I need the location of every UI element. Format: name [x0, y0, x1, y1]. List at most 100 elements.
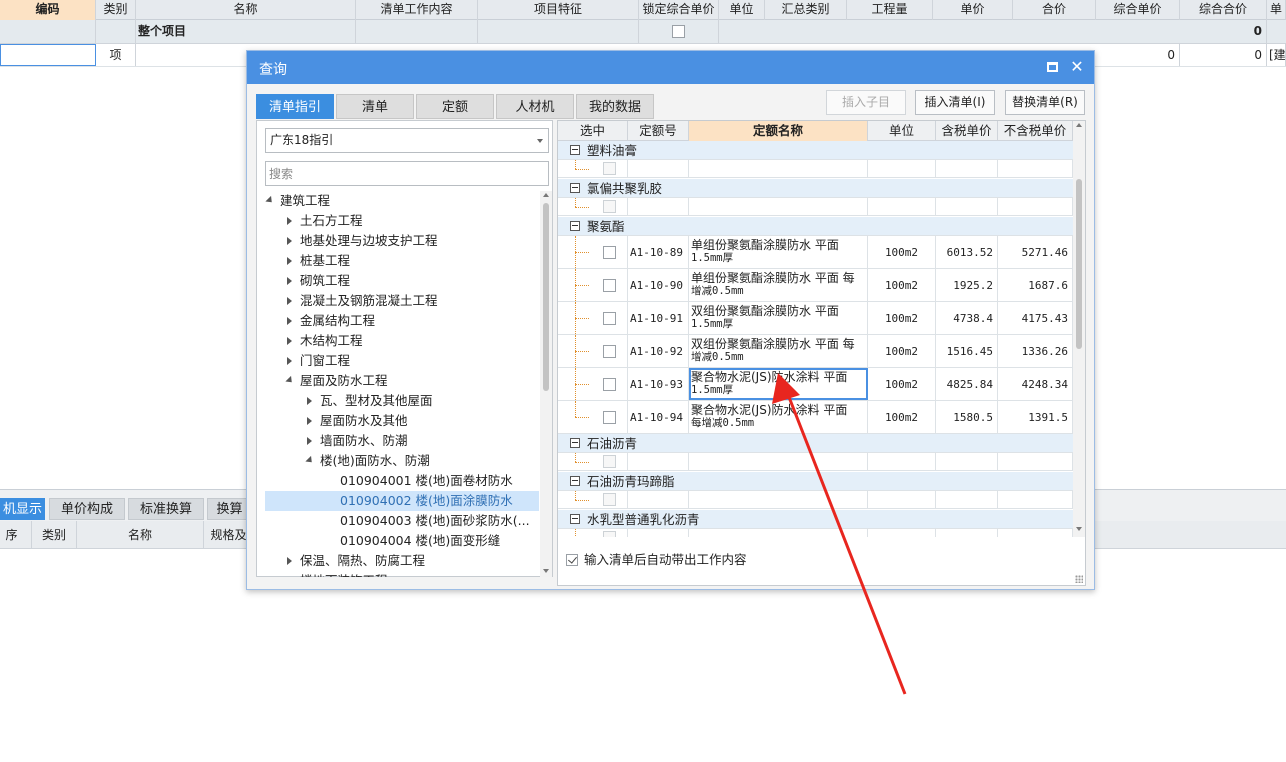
tree-node[interactable]: 010904001 楼(地)面卷材防水 [265, 471, 539, 491]
collapsed-triangle-icon[interactable] [285, 331, 295, 351]
bottom-col-header[interactable]: 类别 [32, 521, 77, 549]
bottom-col-header[interactable]: 序 [0, 521, 32, 549]
group-row[interactable]: 石油沥青玛蹄脂 [558, 472, 1073, 491]
main-col-header[interactable]: 综合合价 [1180, 0, 1267, 20]
row-checkbox[interactable] [603, 411, 616, 424]
quota-row[interactable]: A1-10-91 双组份聚氨酯涂膜防水 平面 1.5mm厚 100m2 4738.4 41… [558, 302, 1073, 335]
tree-node[interactable]: 建筑工程 [265, 191, 539, 211]
row-checkbox[interactable] [603, 246, 616, 259]
tree-node[interactable]: 金属结构工程 [265, 311, 539, 331]
select-cell[interactable] [558, 335, 628, 367]
tab-labor-material[interactable]: 人材机 [496, 94, 574, 119]
quota-name[interactable]: 双组份聚氨酯涂膜防水 平面 1.5mm厚 [689, 302, 868, 334]
scroll-up-icon[interactable] [1076, 123, 1082, 127]
main-col-header[interactable]: 清单工作内容 [356, 0, 478, 20]
select-cell[interactable] [558, 302, 628, 334]
collapsed-triangle-icon[interactable] [305, 391, 315, 411]
group-row[interactable]: 塑料油膏 [558, 141, 1073, 160]
row-checkbox[interactable] [603, 531, 616, 537]
collapse-icon[interactable] [570, 476, 580, 486]
grid-col-header[interactable]: 单位 [868, 121, 936, 141]
quota-row[interactable]: A1-10-93 聚合物水泥(JS)防水涂料 平面 1.5mm厚 100m2 4825.… [558, 368, 1073, 401]
main-col-header[interactable]: 工程量 [847, 0, 933, 20]
code-cell[interactable] [0, 44, 96, 66]
select-cell[interactable] [558, 269, 628, 301]
main-col-header[interactable]: 锁定综合单价 [639, 0, 719, 20]
collapsed-triangle-icon[interactable] [285, 251, 295, 271]
search-input[interactable] [265, 161, 549, 186]
tree-node[interactable]: 混凝土及钢筋混凝土工程 [265, 291, 539, 311]
collapsed-triangle-icon[interactable] [285, 351, 295, 371]
collapsed-triangle-icon[interactable] [285, 291, 295, 311]
row-checkbox[interactable] [603, 378, 616, 391]
resize-grip-icon[interactable] [1075, 575, 1083, 583]
quota-row[interactable]: A1-10-90 单组份聚氨酯涂膜防水 平面 每增减0.5mm 100m2 1925.… [558, 269, 1073, 302]
collapsed-triangle-icon[interactable] [305, 411, 315, 431]
row-checkbox[interactable] [603, 162, 616, 175]
select-cell[interactable] [558, 401, 628, 433]
row-checkbox[interactable] [603, 279, 616, 292]
collapsed-triangle-icon[interactable] [285, 271, 295, 291]
tree-node[interactable]: 木结构工程 [265, 331, 539, 351]
tree-node[interactable]: 保温、隔热、防腐工程 [265, 551, 539, 571]
grid-scrollbar[interactable] [1073, 121, 1085, 537]
dialog-title-bar[interactable]: 查询 ✕ [247, 51, 1094, 84]
quota-row[interactable]: A1-10-92 双组份聚氨酯涂膜防水 平面 每增减0.5mm 100m2 1516.… [558, 335, 1073, 368]
row-checkbox[interactable] [603, 455, 616, 468]
grid-col-header[interactable]: 定额号 [628, 121, 689, 141]
main-col-header[interactable]: 汇总类别 [765, 0, 847, 20]
main-grid-row-project[interactable]: 整个项目 0 [0, 20, 1286, 44]
quota-row[interactable]: A1-10-94 聚合物水泥(JS)防水涂料 平面 每增减0.5mm 100m2 158… [558, 401, 1073, 434]
scroll-down-icon[interactable] [1076, 527, 1082, 531]
tree-node[interactable]: 土石方工程 [265, 211, 539, 231]
project-name-cell[interactable]: 整个项目 [136, 20, 356, 43]
close-icon[interactable]: ✕ [1068, 56, 1086, 78]
row-checkbox[interactable] [603, 200, 616, 213]
bottom-tab[interactable]: 机显示 [0, 498, 45, 520]
grid-col-header[interactable]: 定额名称 [689, 121, 868, 141]
replace-list-button[interactable]: 替换清单(R) [1005, 90, 1085, 115]
auto-work-content-checkbox[interactable] [566, 554, 578, 566]
tree-scrollbar[interactable] [540, 191, 552, 577]
tree-node[interactable]: 墙面防水、防潮 [265, 431, 539, 451]
row-checkbox[interactable] [603, 345, 616, 358]
scroll-thumb[interactable] [1076, 179, 1082, 349]
bottom-tab[interactable]: 标准换算 [128, 498, 204, 520]
tree-node[interactable]: 砌筑工程 [265, 271, 539, 291]
grid-col-header[interactable]: 选中 [558, 121, 628, 141]
lock-price-checkbox[interactable] [672, 25, 685, 38]
main-col-header[interactable]: 类别 [96, 0, 136, 20]
tree-node[interactable]: 010904002 楼(地)面涂膜防水 [265, 491, 539, 511]
type-cell[interactable]: 项 [96, 44, 136, 66]
grid-col-header[interactable]: 含税单价 [936, 121, 998, 141]
maximize-icon[interactable] [1047, 62, 1058, 72]
tree-node[interactable]: 桩基工程 [265, 251, 539, 271]
collapse-icon[interactable] [570, 183, 580, 193]
quota-name[interactable]: 聚合物水泥(JS)防水涂料 平面 1.5mm厚 [689, 368, 868, 400]
tree-node[interactable]: 门窗工程 [265, 351, 539, 371]
quota-name[interactable]: 聚合物水泥(JS)防水涂料 平面 每增减0.5mm [689, 401, 868, 433]
row-checkbox[interactable] [603, 493, 616, 506]
main-col-header[interactable]: 单位 [719, 0, 765, 20]
guide-select[interactable]: 广东18指引 [265, 128, 549, 153]
tab-list[interactable]: 清单 [336, 94, 414, 119]
quota-name[interactable]: 双组份聚氨酯涂膜防水 平面 每增减0.5mm [689, 335, 868, 367]
main-col-header[interactable]: 编码 [0, 0, 96, 20]
tree-node[interactable]: 屋面防水及其他 [265, 411, 539, 431]
main-col-header[interactable]: 项目特征 [478, 0, 639, 20]
tree-node[interactable]: 楼地面装饰工程 [265, 571, 539, 577]
main-col-header[interactable]: 单价 [933, 0, 1013, 20]
tree-node[interactable]: 瓦、型材及其他屋面 [265, 391, 539, 411]
main-col-header[interactable]: 合价 [1013, 0, 1096, 20]
collapse-icon[interactable] [570, 438, 580, 448]
grid-col-header[interactable]: 不含税单价 [998, 121, 1073, 141]
insert-list-button[interactable]: 插入清单(I) [915, 90, 995, 115]
collapsed-triangle-icon[interactable] [285, 551, 295, 571]
collapse-icon[interactable] [570, 145, 580, 155]
collapsed-triangle-icon[interactable] [285, 311, 295, 331]
tab-list-guide[interactable]: 清单指引 [256, 94, 334, 119]
collapse-icon[interactable] [570, 514, 580, 524]
main-col-header[interactable]: 名称 [136, 0, 356, 20]
tree-node[interactable]: 屋面及防水工程 [265, 371, 539, 391]
collapsed-triangle-icon[interactable] [305, 431, 315, 451]
